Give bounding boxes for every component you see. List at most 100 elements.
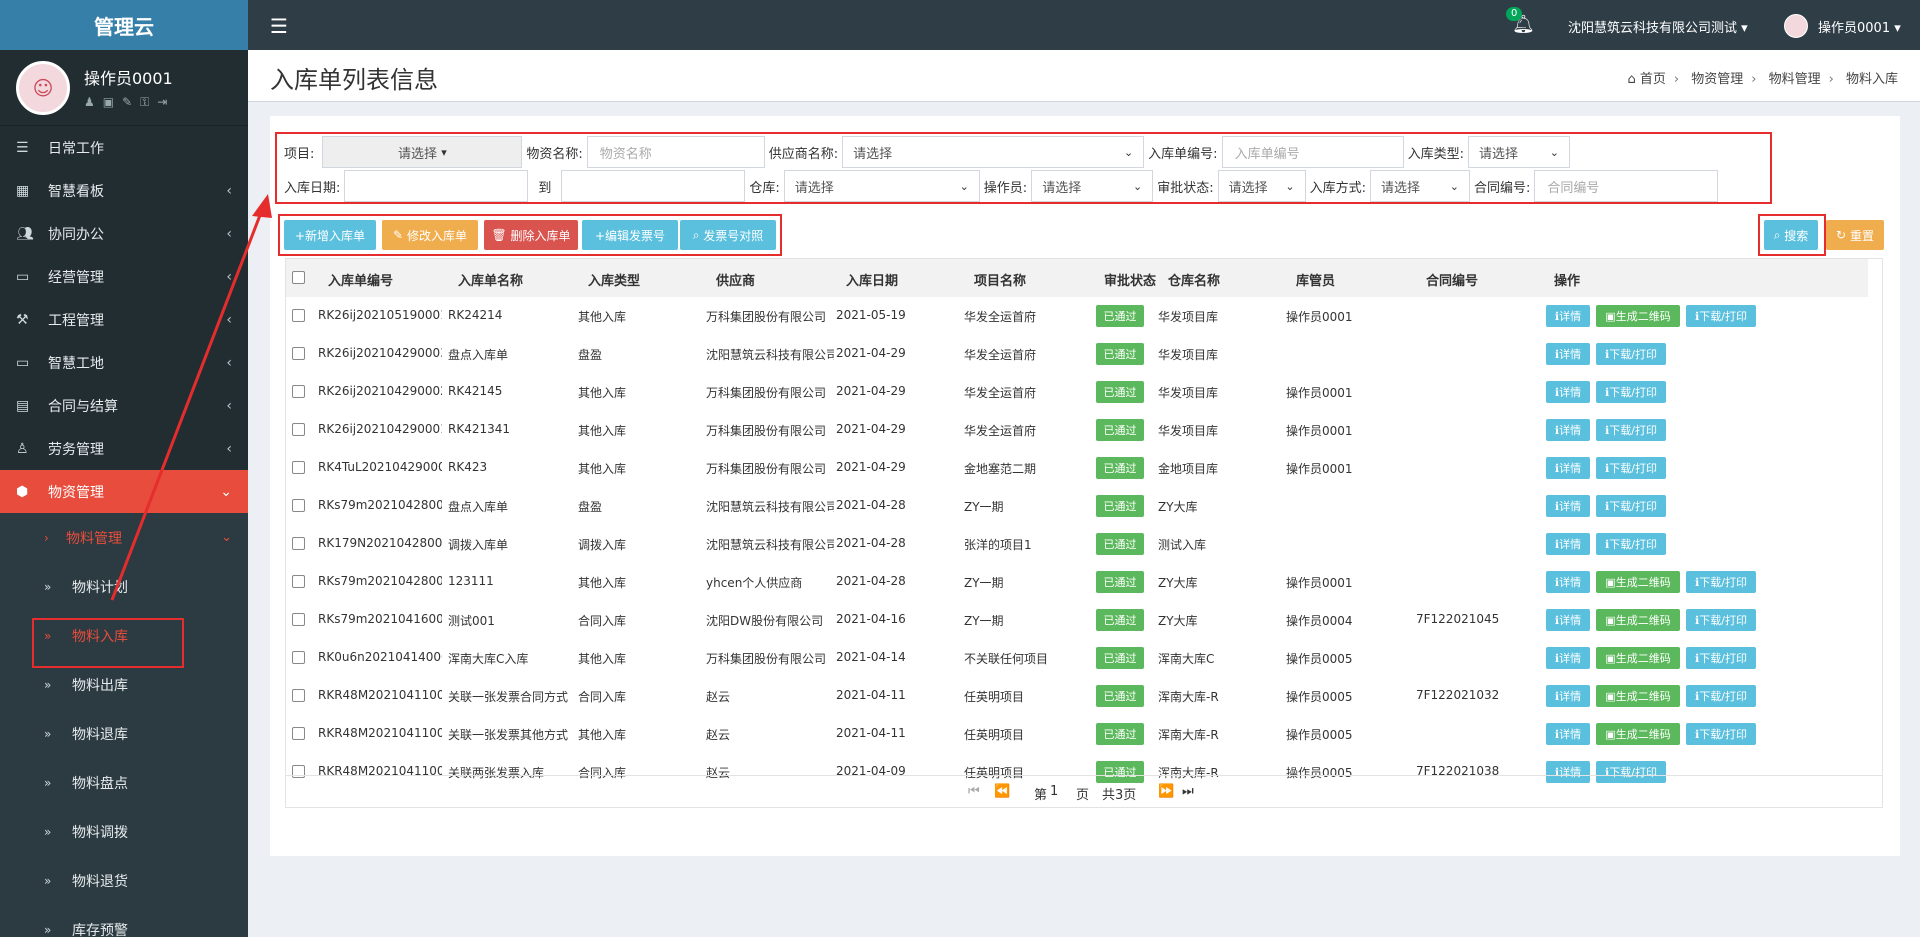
col-keeper[interactable]: 库管员 — [1296, 270, 1335, 289]
edit-inbound-button[interactable]: ✎ 修改入库单 — [382, 220, 478, 250]
material-input[interactable]: 物资名称 — [586, 136, 765, 168]
sidebar-item[interactable]: ▤ 合同与结算 ‹ — [0, 384, 248, 427]
table-row[interactable]: RK26ij202105190001 RK24214 其他入库 万科集团股份有限公司 2… — [286, 297, 1868, 335]
row-checkbox[interactable] — [292, 727, 305, 740]
col-warehouse[interactable]: 仓库名称 — [1168, 270, 1220, 289]
detail-button[interactable]: ℹ 详情 — [1546, 723, 1590, 745]
download-print-button[interactable]: ℹ 下载/打印 — [1596, 495, 1666, 517]
col-order-name[interactable]: 入库单名称 — [458, 270, 523, 289]
sidebar-subsubitem[interactable]: » 物料盘点 — [0, 758, 248, 807]
detail-button[interactable]: ℹ 详情 — [1546, 305, 1590, 327]
table-row[interactable]: RK4TuL202104290001 RK423 其他入库 万科集团股份有限公司 202… — [286, 449, 1868, 487]
row-checkbox[interactable] — [292, 309, 305, 322]
company-dropdown[interactable]: 沈阳慧筑云科技有限公司测试 ▾ — [1568, 17, 1748, 36]
first-page-icon[interactable]: ⏮ — [968, 784, 980, 799]
detail-button[interactable]: ℹ 详情 — [1546, 609, 1590, 631]
sidebar-subsubitem[interactable]: » 物料退货 — [0, 856, 248, 905]
table-row[interactable]: RKR48M202104110004 关联一张发票合同方式合同入库 赵云 2021-0… — [286, 677, 1868, 715]
row-checkbox[interactable] — [292, 651, 305, 664]
type-select[interactable]: 请选择 ⌄ — [1467, 136, 1570, 168]
avatar[interactable] — [1784, 14, 1808, 38]
col-status[interactable]: 审批状态 — [1104, 270, 1156, 289]
sidebar-subitem-material-manage[interactable]: › 物料管理 ⌄ — [0, 513, 248, 562]
sidebar-item[interactable]: ▦ 智慧看板 ‹ — [0, 169, 248, 212]
search-button[interactable]: ⌕ 搜索 — [1764, 220, 1818, 250]
detail-button[interactable]: ℹ 详情 — [1546, 647, 1590, 669]
row-checkbox[interactable] — [292, 423, 305, 436]
operator-dropdown[interactable]: 操作员0001 ▾ — [1818, 17, 1901, 36]
next-page-icon[interactable]: ⏩ — [1158, 784, 1174, 799]
project-select[interactable]: 请选择 ▾ — [322, 136, 523, 168]
col-supplier[interactable]: 供应商 — [716, 270, 755, 289]
table-row[interactable]: RKs79m202104280001 123111 其他入库 yhcen个人供应商 20… — [286, 563, 1868, 601]
table-row[interactable]: RK0u6n202104140001 浑南大库C入库 其他入库 万科集团股份有限公司 2… — [286, 639, 1868, 677]
col-date[interactable]: 入库日期 — [846, 270, 898, 289]
edit-invoice-button[interactable]: +编辑发票号 — [582, 220, 678, 250]
download-print-button[interactable]: ℹ 下载/打印 — [1686, 723, 1756, 745]
row-checkbox[interactable] — [292, 461, 305, 474]
sidebar-subsubitem[interactable]: » 物料退库 — [0, 709, 248, 758]
sidebar-item[interactable]: ▭ 经营管理 ‹ — [0, 255, 248, 298]
row-checkbox[interactable] — [292, 689, 305, 702]
row-checkbox[interactable] — [292, 499, 305, 512]
sidebar-item[interactable]: ⚒ 工程管理 ‹ — [0, 298, 248, 341]
row-checkbox[interactable] — [292, 385, 305, 398]
warehouse-select[interactable]: 请选择 ⌄ — [783, 170, 980, 202]
qrcode-button[interactable]: ▣ 生成二维码 — [1596, 305, 1680, 327]
detail-button[interactable]: ℹ 详情 — [1546, 457, 1590, 479]
detail-button[interactable]: ℹ 详情 — [1546, 419, 1590, 441]
table-row[interactable]: RK26ij202104290001 RK421341 其他入库 万科集团股份有限公司… — [286, 411, 1868, 449]
delete-inbound-button[interactable]: 🗑︎ 删除入库单 — [484, 220, 578, 250]
sidebar-subsubitem[interactable]: » 物料调拨 — [0, 807, 248, 856]
date-end-input[interactable] — [561, 170, 746, 202]
page-number-input[interactable]: 1 — [1050, 784, 1058, 799]
detail-button[interactable]: ℹ 详情 — [1546, 685, 1590, 707]
user-action-icons[interactable]: ♟▣✎⚿⇥ — [84, 95, 175, 110]
download-print-button[interactable]: ℹ 下载/打印 — [1596, 533, 1666, 555]
download-print-button[interactable]: ℹ 下载/打印 — [1686, 647, 1756, 669]
sidebar-subsubitem[interactable]: » 物料入库 — [0, 611, 248, 660]
table-row[interactable]: RK26ij202104290003 盘点入库单 盘盈 沈阳慧筑云科技有限公司 2021… — [286, 335, 1868, 373]
invoice-compare-button[interactable]: ⌕ 发票号对照 — [680, 220, 776, 250]
download-print-button[interactable]: ℹ 下载/打印 — [1686, 609, 1756, 631]
menu-toggle-icon[interactable]: ☰ — [270, 14, 288, 38]
prev-page-icon[interactable]: ⏪ — [994, 784, 1010, 799]
col-contract[interactable]: 合同编号 — [1426, 270, 1478, 289]
supplier-select[interactable]: 请选择 ⌄ — [842, 136, 1145, 168]
detail-button[interactable]: ℹ 详情 — [1546, 571, 1590, 593]
breadcrumb-item[interactable]: 物料管理 — [1769, 72, 1821, 87]
col-order-no[interactable]: 入库单编号 — [328, 270, 393, 289]
table-row[interactable]: RK179N202104280001 调拨入库单 调拨入库 沈阳慧筑云科技有限公司20… — [286, 525, 1868, 563]
breadcrumb-item[interactable]: 物资管理 — [1691, 72, 1743, 87]
qrcode-button[interactable]: ▣ 生成二维码 — [1596, 685, 1680, 707]
detail-button[interactable]: ℹ 详情 — [1546, 533, 1590, 555]
table-row[interactable]: RKR48M202104110003 关联一张发票其他方式其他入库 赵云 2021-0… — [286, 715, 1868, 753]
method-select[interactable]: 请选择 ⌄ — [1369, 170, 1470, 202]
date-start-input[interactable] — [344, 170, 529, 202]
sidebar-subsubitem[interactable]: » 物料出库 — [0, 660, 248, 709]
download-print-button[interactable]: ℹ 下载/打印 — [1596, 381, 1666, 403]
row-checkbox[interactable] — [292, 537, 305, 550]
detail-button[interactable]: ℹ 详情 — [1546, 495, 1590, 517]
download-print-button[interactable]: ℹ 下载/打印 — [1596, 419, 1666, 441]
audit-select[interactable]: 请选择 ⌄ — [1217, 170, 1306, 202]
sidebar-item[interactable]: ☰ 日常工作 — [0, 126, 248, 169]
sidebar-item[interactable]: ▭ 智慧工地 ‹ — [0, 341, 248, 384]
download-print-button[interactable]: ℹ 下载/打印 — [1686, 685, 1756, 707]
sidebar-item[interactable]: 👥︎ 协同办公 ‹ — [0, 212, 248, 255]
detail-button[interactable]: ℹ 详情 — [1546, 381, 1590, 403]
download-print-button[interactable]: ℹ 下载/打印 — [1686, 305, 1756, 327]
operator-select[interactable]: 请选择 ⌄ — [1031, 170, 1154, 202]
detail-button[interactable]: ℹ 详情 — [1546, 343, 1590, 365]
qrcode-button[interactable]: ▣ 生成二维码 — [1596, 609, 1680, 631]
qrcode-button[interactable]: ▣ 生成二维码 — [1596, 723, 1680, 745]
select-all-checkbox[interactable] — [292, 271, 305, 284]
last-page-icon[interactable]: ⏭ — [1182, 784, 1194, 799]
qrcode-button[interactable]: ▣ 生成二维码 — [1596, 647, 1680, 669]
sidebar-item[interactable]: ♙ 劳务管理 ‹ — [0, 427, 248, 470]
row-checkbox[interactable] — [292, 347, 305, 360]
sidebar-item[interactable]: ⬢ 物资管理 ⌄ — [0, 470, 248, 513]
col-type[interactable]: 入库类型 — [588, 270, 640, 289]
table-row[interactable]: RKs79m202104160001 测试001 合同入库 沈阳DW股份有限公司 202… — [286, 601, 1868, 639]
download-print-button[interactable]: ℹ 下载/打印 — [1596, 343, 1666, 365]
